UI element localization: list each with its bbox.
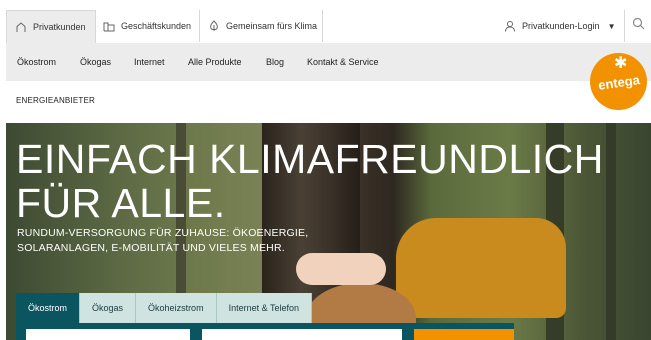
hero-image <box>606 123 616 340</box>
entega-logo[interactable]: ✱ entega <box>590 53 647 110</box>
leaf-icon <box>208 20 220 32</box>
product-tabs: Ökostrom Ökogas Ökoheizstrom Internet & … <box>16 293 312 323</box>
tab-privatkunden[interactable]: Privatkunden <box>6 10 96 43</box>
hero-image <box>396 218 566 318</box>
login-label: Privatkunden-Login <box>522 21 600 31</box>
product-tab-oekoheizstrom[interactable]: Ökoheizstrom <box>136 293 217 323</box>
logo-wordmark: entega <box>597 72 641 93</box>
nav-item-oekostrom[interactable]: Ökostrom <box>17 43 56 81</box>
nav-item-blog[interactable]: Blog <box>266 43 284 81</box>
nav-item-kontakt-service[interactable]: Kontakt & Service <box>307 43 379 81</box>
office-icon <box>103 20 115 32</box>
star-icon: ✱ <box>614 53 628 72</box>
tab-label: Geschäftskunden <box>121 21 192 31</box>
hero-headline-line: FÜR ALLE. <box>16 180 226 226</box>
product-tab-oekostrom[interactable]: Ökostrom <box>16 293 81 323</box>
nav-item-oekogas[interactable]: Ökogas <box>80 43 111 81</box>
product-tab-oekogas[interactable]: Ökogas <box>80 293 137 323</box>
nav-item-alle-produkte[interactable]: Alle Produkte <box>188 43 242 81</box>
login-button[interactable]: Privatkunden-Login ▼ <box>504 10 615 42</box>
tab-gemeinsam-fuers-klima[interactable]: Gemeinsam fürs Klima <box>200 10 323 42</box>
tariff-calculator-panel <box>16 323 514 340</box>
hero-headline-line: EINFACH KLIMAFREUNDLICH <box>16 136 604 182</box>
user-icon <box>504 20 516 32</box>
hero-subline-line: RUNDUM-VERSORGUNG FÜR ZUHAUSE: ÖKOENERGI… <box>17 227 309 239</box>
tab-label: Gemeinsam fürs Klima <box>226 21 318 31</box>
consumption-input[interactable] <box>202 329 402 340</box>
chevron-down-icon: ▼ <box>607 21 616 31</box>
main-nav: Ökostrom Ökogas Internet Alle Produkte B… <box>6 43 651 81</box>
hero-image <box>296 253 386 285</box>
page: Privatkunden Geschäftskunden Gemeinsam f… <box>6 10 651 340</box>
product-tab-internet-telefon[interactable]: Internet & Telefon <box>216 293 312 323</box>
nav-item-internet[interactable]: Internet <box>134 43 165 81</box>
hero-banner: EINFACH KLIMAFREUNDLICH FÜR ALLE. RUNDUM… <box>6 123 651 340</box>
postcode-input[interactable] <box>26 329 190 340</box>
tab-label: Privatkunden <box>33 22 86 32</box>
search-button[interactable] <box>624 10 651 42</box>
calculate-button[interactable] <box>414 329 514 340</box>
sub-header: ENERGIEANBIETER <box>6 81 651 123</box>
hero-headline: EINFACH KLIMAFREUNDLICH FÜR ALLE. <box>16 137 604 225</box>
tab-geschaeftskunden[interactable]: Geschäftskunden <box>95 10 200 42</box>
hero-subline-line: SOLARANLAGEN, E-MOBILITÄT UND VIELES MEH… <box>17 242 285 254</box>
sub-header-label: ENERGIEANBIETER <box>16 96 96 105</box>
top-segment-bar: Privatkunden Geschäftskunden Gemeinsam f… <box>6 10 651 43</box>
hero-subline: RUNDUM-VERSORGUNG FÜR ZUHAUSE: ÖKOENERGI… <box>17 226 347 256</box>
search-icon <box>632 17 645 35</box>
house-icon <box>15 21 27 33</box>
